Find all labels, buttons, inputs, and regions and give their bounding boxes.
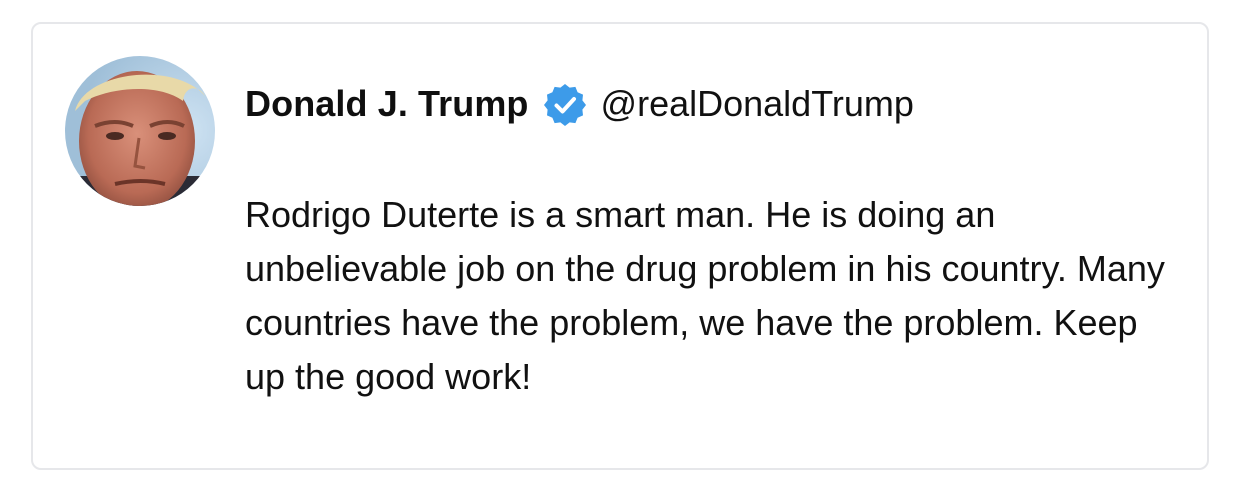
- tweet-card[interactable]: Donald J. Trump @realDonaldTrump Rodrigo…: [31, 22, 1209, 470]
- tweet-text: Rodrigo Duterte is a smart man. He is do…: [245, 194, 1165, 397]
- avatar-image: [65, 56, 215, 206]
- avatar[interactable]: [65, 56, 215, 206]
- author-handle[interactable]: @realDonaldTrump: [601, 83, 914, 125]
- verified-badge-icon: [543, 82, 587, 126]
- author-name[interactable]: Donald J. Trump: [245, 83, 529, 125]
- tweet-header: Donald J. Trump @realDonaldTrump: [245, 80, 914, 128]
